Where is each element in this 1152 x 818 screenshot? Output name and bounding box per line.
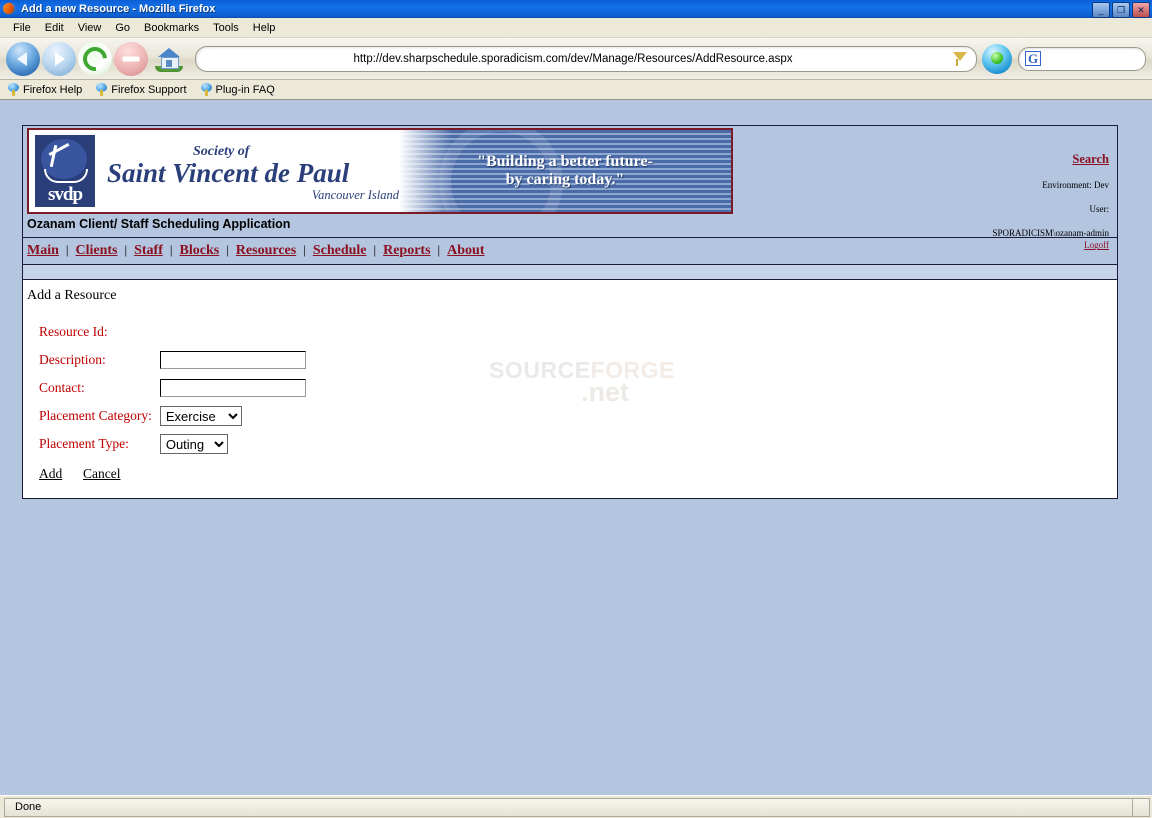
nav-separator: | <box>226 242 229 257</box>
placement-category-label: Placement Category: <box>39 408 152 423</box>
home-icon[interactable] <box>152 42 186 76</box>
menu-bookmarks[interactable]: Bookmarks <box>137 20 206 36</box>
nav-separator: | <box>437 242 441 257</box>
svdp-banner: svdp Society of Saint Vincent de Paul Va… <box>27 128 733 214</box>
url-bar[interactable]: http://dev.sharpschedule.sporadicism.com… <box>195 45 977 72</box>
form-row-placement-type: Placement Type: Outing <box>39 430 306 458</box>
banner-tagline: "Building a better future- by caring tod… <box>399 130 731 212</box>
banner-name: Saint Vincent de Paul <box>107 158 350 189</box>
bookmark-firefox-help[interactable]: Firefox Help <box>8 83 82 96</box>
form-row-placement-category: Placement Category: Exercise <box>39 402 306 430</box>
window-title: Add a new Resource - Mozilla Firefox <box>21 3 216 15</box>
form-actions: Add Cancel <box>39 466 1117 482</box>
banner-text: Society of Saint Vincent de Paul Vancouv… <box>95 130 399 212</box>
description-input[interactable] <box>159 351 306 369</box>
search-link[interactable]: Search <box>1072 152 1109 167</box>
nav-separator: | <box>303 242 306 257</box>
placement-type-label: Placement Type: <box>39 436 129 451</box>
nav-item-resources[interactable]: Resources <box>234 243 298 259</box>
nav-separator: | <box>373 242 377 257</box>
resize-grip[interactable] <box>1132 797 1150 817</box>
url-text: http://dev.sharpschedule.sporadicism.com… <box>353 52 793 65</box>
menu-view[interactable]: View <box>71 20 109 36</box>
bookmark-icon <box>8 83 19 96</box>
nav-item-schedule[interactable]: Schedule <box>311 243 369 259</box>
bookmarks-toolbar: Firefox Help Firefox Support Plug-in FAQ <box>0 80 1152 100</box>
nav-separator: | <box>65 242 69 257</box>
nav-separator: | <box>169 242 173 257</box>
bookmark-label: Firefox Help <box>23 83 83 96</box>
logoff-link[interactable]: Logoff <box>1084 240 1109 250</box>
search-bar[interactable]: G <box>1018 46 1146 71</box>
menu-help[interactable]: Help <box>246 20 283 36</box>
banner-region: Vancouver Island <box>311 187 399 202</box>
menu-tools[interactable]: Tools <box>206 20 246 36</box>
go-button[interactable] <box>982 43 1012 74</box>
menu-file[interactable]: File <box>6 20 38 36</box>
nav-separator: | <box>124 242 128 257</box>
menu-edit[interactable]: Edit <box>38 20 71 36</box>
resource-id-value <box>160 318 306 346</box>
nav-item-about[interactable]: About <box>445 243 486 259</box>
menu-go[interactable]: Go <box>108 20 137 36</box>
logo-wordmark: svdp <box>47 184 83 205</box>
close-button[interactable]: ✕ <box>1132 2 1150 18</box>
user-name: SPORADICISM\ozanam-admin <box>992 228 1110 239</box>
environment-text: Environment: Dev <box>1042 180 1109 190</box>
firefox-icon <box>1 1 17 16</box>
bookmark-icon <box>96 83 108 96</box>
tagline-line-2: by caring today." <box>505 171 625 188</box>
menu-bar: File Edit View Go Bookmarks Tools Help <box>0 18 1152 38</box>
nav-item-blocks[interactable]: Blocks <box>178 243 222 259</box>
add-resource-form: Resource Id: Description: Contact: Place… <box>27 318 1117 482</box>
placement-type-select[interactable]: Outing <box>159 434 228 454</box>
google-icon: G <box>1025 51 1042 66</box>
back-button[interactable] <box>6 41 40 76</box>
window-titlebar: Add a new Resource - Mozilla Firefox _ ❐… <box>0 0 1152 18</box>
page-viewport: svdp Society of Saint Vincent de Paul Va… <box>0 100 1152 795</box>
nav-item-clients[interactable]: Clients <box>74 243 120 259</box>
page-title: Add a Resource <box>27 288 117 303</box>
form-row-description: Description: <box>39 346 306 374</box>
main-navigation: Main | Clients | Staff | Blocks | Resour… <box>23 238 1117 265</box>
stop-icon[interactable] <box>114 41 148 76</box>
bookmark-plugin-faq[interactable]: Plug-in FAQ <box>200 83 275 96</box>
page-content: Add a Resource Resource Id: Description:… <box>23 280 1117 498</box>
svdp-logo-icon: svdp <box>35 135 95 207</box>
bookmark-label: Plug-in FAQ <box>215 83 275 96</box>
contact-input[interactable] <box>159 379 306 397</box>
forward-button[interactable] <box>42 41 76 76</box>
minimize-button[interactable]: _ <box>1092 2 1110 18</box>
user-label: User: <box>1089 204 1110 215</box>
header-right-block: Search Environment: Dev User: SPORADICIS… <box>959 152 1110 251</box>
nav-item-reports[interactable]: Reports <box>381 243 432 259</box>
nav-underbar <box>23 265 1117 280</box>
page-panel: svdp Society of Saint Vincent de Paul Va… <box>22 125 1118 499</box>
contact-label: Contact: <box>39 380 85 395</box>
bookmark-label: Firefox Support <box>111 83 187 96</box>
form-row-resource-id: Resource Id: <box>39 318 306 346</box>
description-label: Description: <box>39 352 106 367</box>
nav-item-main[interactable]: Main <box>25 243 61 259</box>
resource-id-label: Resource Id: <box>39 324 108 339</box>
site-header: svdp Society of Saint Vincent de Paul Va… <box>23 126 1117 250</box>
placement-category-select[interactable]: Exercise <box>159 406 242 426</box>
cancel-button[interactable]: Cancel <box>83 466 120 481</box>
tagline-line-1: "Building a better future- <box>477 152 653 170</box>
reload-icon[interactable] <box>78 41 112 76</box>
form-row-contact: Contact: <box>39 374 306 402</box>
navigation-toolbar: http://dev.sharpschedule.sporadicism.com… <box>0 38 1152 80</box>
app-title: Ozanam Client/ Staff Scheduling Applicat… <box>23 214 1117 238</box>
bookmark-icon <box>200 83 212 96</box>
bookmark-firefox-support[interactable]: Firefox Support <box>96 83 187 96</box>
add-button[interactable]: Add <box>39 466 62 481</box>
nav-item-staff[interactable]: Staff <box>132 243 165 259</box>
window-controls: _ ❐ ✕ <box>1092 2 1150 18</box>
bookmark-star-icon[interactable] <box>950 50 970 68</box>
status-text: Done <box>4 797 1132 817</box>
banner-society: Society of <box>193 144 250 160</box>
restore-button[interactable]: ❐ <box>1112 2 1130 18</box>
